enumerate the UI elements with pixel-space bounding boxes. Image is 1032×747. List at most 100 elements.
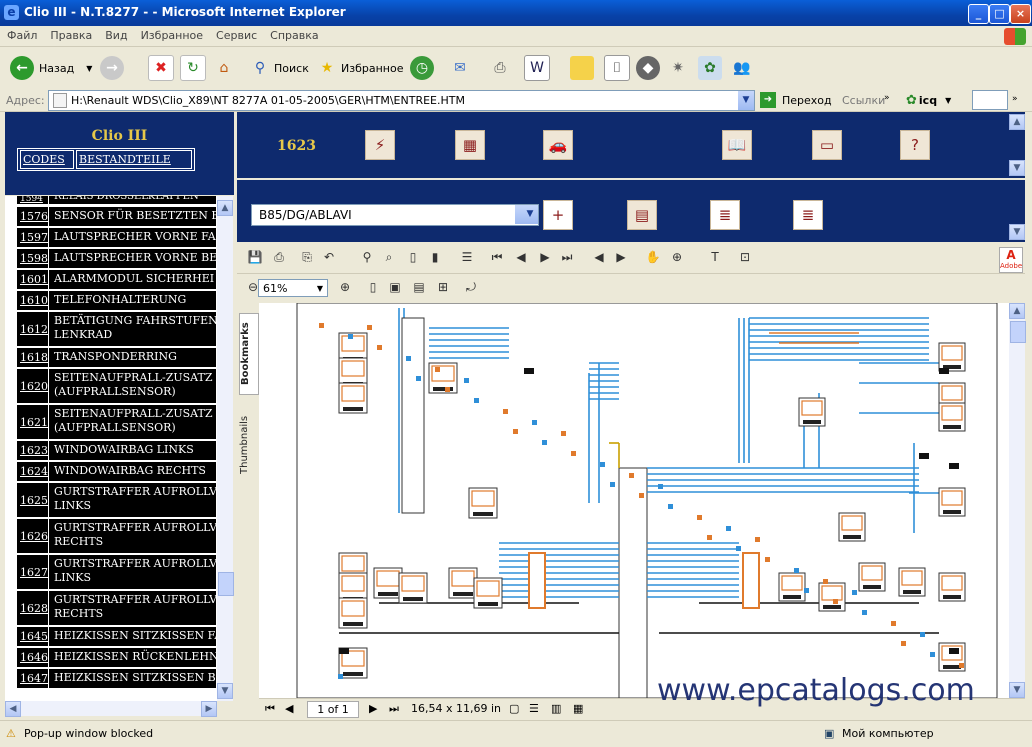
pdf-vertical-scrollbar[interactable]: ▲ ▼ — [1009, 303, 1026, 698]
fit-page-icon[interactable]: ▣ — [387, 279, 403, 295]
back-view-icon[interactable]: ◀ — [591, 249, 607, 265]
chevron-right-icon[interactable]: » — [1012, 94, 1018, 104]
facing-icon[interactable]: ▥ — [551, 702, 561, 715]
forward-button[interactable]: → — [100, 53, 124, 83]
menu-file[interactable]: Файл — [0, 26, 43, 42]
contacts-button[interactable]: 👥 — [730, 53, 754, 83]
page-number[interactable]: 1 of 1 — [307, 701, 359, 718]
save-icon[interactable]: 💾 — [247, 249, 263, 265]
codes-tab[interactable]: CODES — [20, 150, 74, 169]
connector-icon[interactable]: ▦ — [455, 130, 485, 160]
prev-page-icon[interactable]: ◀ — [513, 249, 529, 265]
history-button[interactable]: ◷ — [410, 53, 434, 83]
book-icon[interactable]: 📖 — [722, 130, 752, 160]
list-item[interactable]: 1625 GURTSTRAFFER AUFROLLV LINKS — [17, 483, 216, 517]
rotate-icon[interactable]: ⤾ — [463, 279, 479, 295]
scroll-down-button[interactable]: ▼ — [1009, 160, 1025, 176]
pages-icon[interactable]: ▯ — [405, 249, 421, 265]
list-item[interactable]: 1624 WINDOWAIRBAG RECHTS — [17, 462, 216, 481]
wiring-icon[interactable]: ⚡ — [365, 130, 395, 160]
list-item[interactable]: 1601 ALARMMODUL SICHERHEI — [17, 270, 216, 289]
discuss-button[interactable] — [570, 53, 594, 83]
chevron-down-icon[interactable]: ▼ — [515, 205, 538, 224]
list-scrollbar[interactable]: ▲ ▼ — [217, 196, 234, 701]
scroll-left-button[interactable]: ◀ — [5, 701, 21, 717]
go-button[interactable]: ➜ Переход — [760, 91, 832, 109]
scroll-thumb[interactable] — [1010, 321, 1026, 343]
print-icon[interactable]: ⎙ — [271, 249, 287, 265]
favorites-button[interactable]: ★ Избранное — [315, 53, 404, 83]
scroll-up-button[interactable]: ▲ — [217, 200, 233, 216]
bookmark-icon[interactable]: ▮ — [427, 249, 443, 265]
zoom-icon[interactable]: ⊕ — [669, 249, 685, 265]
forward-view-icon[interactable]: ▶ — [613, 249, 629, 265]
horizontal-scrollbar[interactable]: ◀ ▶ — [5, 701, 217, 717]
first-page-icon[interactable]: ⏮ — [489, 249, 505, 265]
scroll-up-button[interactable]: ▲ — [1009, 114, 1025, 130]
search-button[interactable]: ⚲ Поиск — [248, 53, 309, 83]
zoom-in-icon[interactable]: ⊕ — [337, 279, 353, 295]
menu-help[interactable]: Справка — [263, 26, 324, 42]
icq-toolbar-button[interactable]: ✿ — [698, 53, 722, 83]
research-button[interactable]: ⌷ — [604, 53, 630, 83]
parts-tab[interactable]: BESTANDTEILE — [76, 150, 192, 169]
diagram-select[interactable]: B85/DG/ABLAVI ▼ — [251, 204, 539, 226]
list-item[interactable]: 1626 GURTSTRAFFER AUFROLLV RECHTS — [17, 519, 216, 553]
messenger-button[interactable]: ◆ — [636, 53, 660, 83]
component-icon[interactable]: ▭ — [812, 130, 842, 160]
tab-bookmarks[interactable]: Bookmarks — [239, 313, 259, 395]
menu-favorites[interactable]: Избранное — [134, 26, 209, 42]
continuous-icon[interactable]: ☰ — [529, 702, 539, 715]
mail-button[interactable]: ✉ — [448, 53, 472, 83]
stop-button[interactable]: ✖ — [148, 53, 174, 83]
reflow-icon[interactable]: ⊞ — [435, 279, 451, 295]
minimize-button[interactable]: _ — [968, 4, 989, 24]
single-page-icon[interactable]: ▢ — [509, 702, 519, 715]
tab-thumbnails[interactable]: Thumbnails — [239, 405, 257, 485]
hand-icon[interactable]: ✋ — [645, 249, 661, 265]
icq-button[interactable]: ✿ icq ▼ — [906, 91, 951, 109]
continuous-facing-icon[interactable]: ▦ — [573, 702, 583, 715]
media-button[interactable]: ✷ — [666, 53, 690, 83]
scroll-down-button[interactable]: ▼ — [217, 683, 233, 699]
maximize-button[interactable]: □ — [989, 4, 1010, 24]
last-page-icon[interactable]: ⏭ — [559, 249, 575, 265]
list-item[interactable]: 1621 SEITENAUFPRALL-ZUSATZ (AUFPRALLSENSO… — [17, 405, 216, 439]
menu-tools[interactable]: Сервис — [209, 26, 263, 42]
list-item[interactable]: 1647 HEIZKISSEN SITZKISSEN BE — [17, 669, 216, 688]
menu-view[interactable]: Вид — [98, 26, 133, 42]
add-icon[interactable]: + — [543, 200, 573, 230]
document-icon[interactable]: ▤ — [627, 200, 657, 230]
refresh-button[interactable]: ↻ — [180, 53, 206, 83]
find-icon[interactable]: ⚲ — [359, 249, 375, 265]
close-button[interactable]: × — [1010, 4, 1031, 24]
pdf-document[interactable] — [259, 303, 1009, 698]
list-item[interactable]: 1597 LAUTSPRECHER VORNE FA — [17, 228, 216, 247]
list-item[interactable]: 1612 BETÄTIGUNG FAHRSTUFEN LENKRAD — [17, 312, 216, 346]
chevron-right-icon[interactable]: » — [884, 93, 890, 103]
list-icon[interactable]: ≣ — [710, 200, 740, 230]
icq-search-input[interactable] — [972, 90, 1008, 110]
list-item[interactable]: 1618 TRANSPONDERRING — [17, 348, 216, 367]
zoom-input[interactable]: 61% ▼ — [258, 279, 328, 297]
fit-width-icon[interactable]: ▤ — [411, 279, 427, 295]
next-page-icon[interactable]: ▶ — [537, 249, 553, 265]
snapshot-icon[interactable]: ⊡ — [737, 249, 753, 265]
scroll-down-button[interactable]: ▼ — [1009, 224, 1025, 240]
back-button[interactable]: ← Назад ▼ — [10, 53, 92, 83]
nav-first-icon[interactable]: ⏮ — [265, 702, 275, 716]
help-icon[interactable]: ? — [900, 130, 930, 160]
copy-icon[interactable]: ⎘ — [299, 249, 315, 265]
print-button[interactable]: ⎙ — [488, 53, 512, 83]
edit-button[interactable]: W — [524, 53, 550, 83]
search-icon[interactable]: ⌕ — [381, 249, 397, 265]
undo-icon[interactable]: ↶ — [321, 249, 337, 265]
car-icon[interactable]: 🚗 — [543, 130, 573, 160]
nav-prev-icon[interactable]: ◀ — [285, 702, 293, 715]
list-item[interactable]: 1628 GURTSTRAFFER AUFROLLV RECHTS — [17, 591, 216, 625]
list-item[interactable]: 1576 SENSOR FÜR BESETZTEN B — [17, 207, 216, 226]
sheet-icon[interactable]: ≣ — [793, 200, 823, 230]
list-view-icon[interactable]: ☰ — [459, 249, 475, 265]
nav-next-icon[interactable]: ▶ — [369, 702, 377, 715]
scroll-up-button[interactable]: ▲ — [1009, 303, 1025, 319]
